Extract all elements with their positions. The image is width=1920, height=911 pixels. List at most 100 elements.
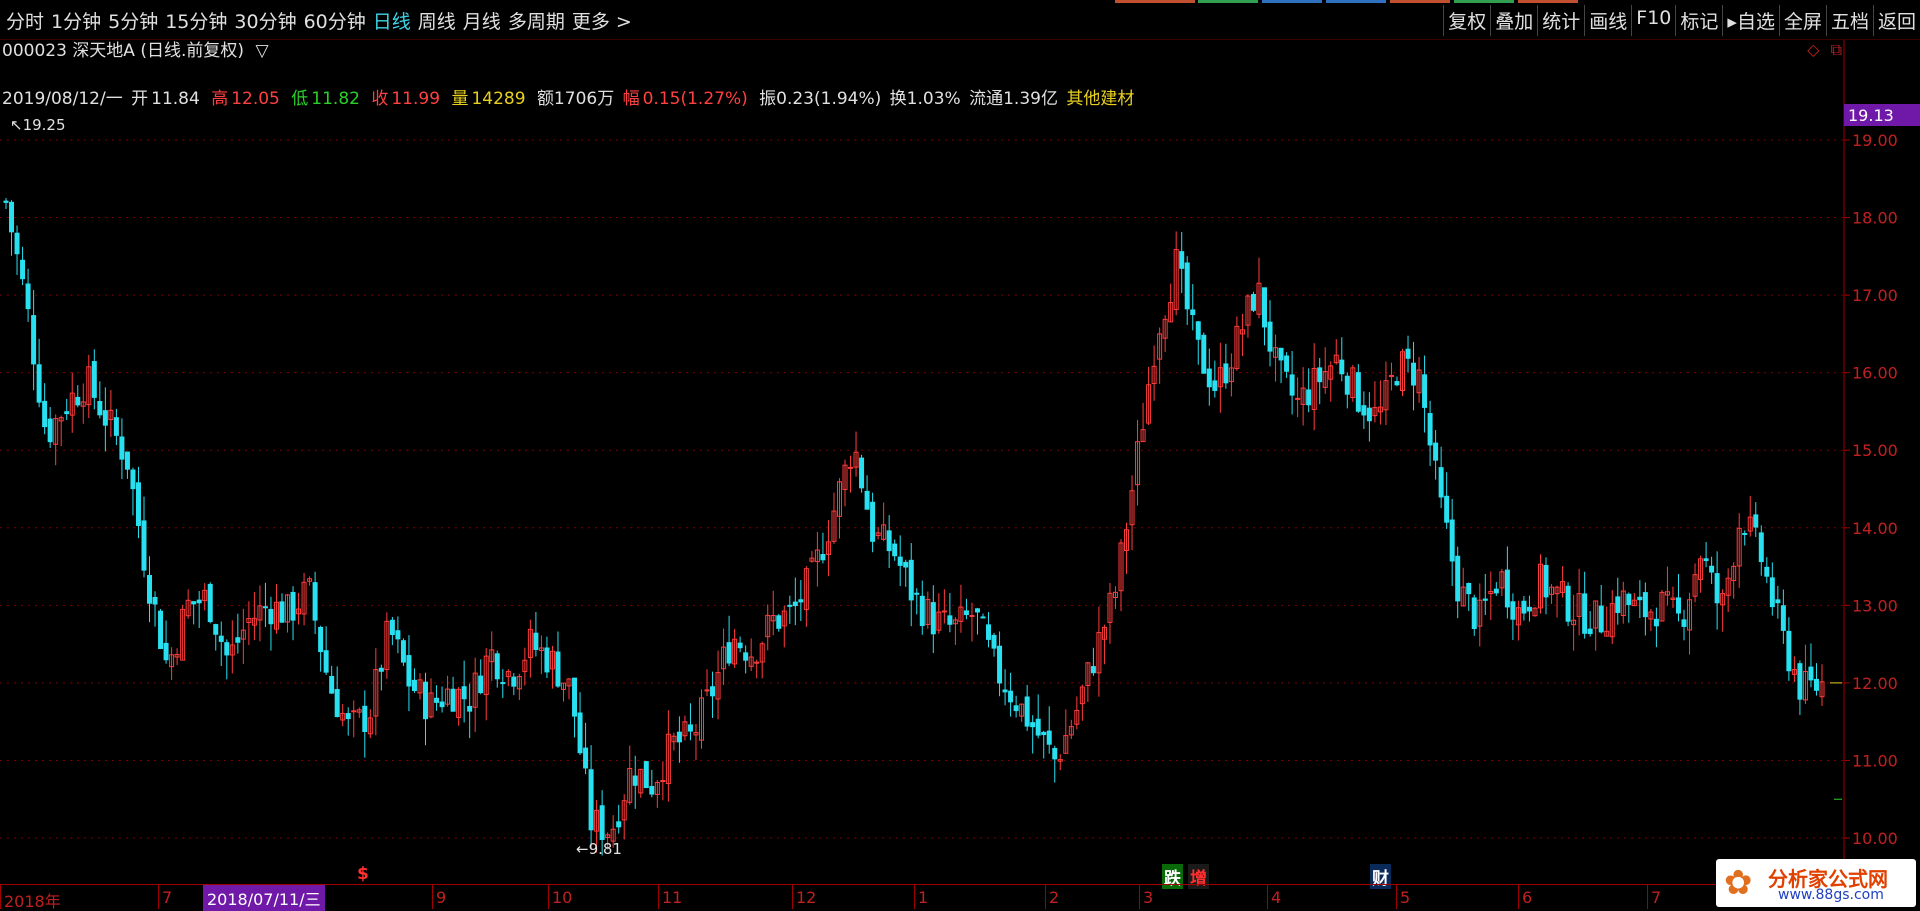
candle-down: [1317, 367, 1323, 383]
candle-down: [1013, 705, 1019, 712]
candle-down: [1366, 407, 1372, 422]
candle-down: [859, 457, 865, 489]
candle-down: [1780, 605, 1786, 631]
price-tick-label: 12.00: [1852, 674, 1898, 693]
candle-down: [599, 805, 605, 841]
candle-down: [1775, 599, 1781, 604]
candle-down: [1626, 593, 1632, 606]
price-tick-label: 14.00: [1852, 519, 1898, 538]
price-tick-label: 15.00: [1852, 441, 1898, 460]
candle-down: [102, 410, 108, 426]
candle-down: [1455, 555, 1461, 602]
candle-down: [1030, 722, 1036, 728]
candle-down: [897, 556, 903, 566]
candle-down: [329, 675, 335, 694]
candle-down: [1422, 374, 1428, 408]
candle-down: [312, 582, 318, 621]
date-tick-label: 7: [1646, 885, 1662, 909]
price-tick-label: 19.00: [1852, 131, 1898, 150]
candle-down: [196, 599, 202, 604]
candle-down: [737, 642, 743, 649]
candle-down: [1808, 666, 1814, 681]
candle-down: [75, 396, 81, 406]
candle-down: [279, 601, 285, 623]
date-tick-label: 1: [913, 885, 929, 909]
candle-down: [787, 604, 793, 607]
candle-down: [478, 675, 484, 694]
candlestick-chart[interactable]: 19.00 18.00 17.00 16.00 15.00 14.00 13.00 12.00…: [0, 0, 1920, 911]
candle-down: [1433, 442, 1439, 461]
candle-down: [1184, 262, 1190, 310]
watermark-url: www.88gs.com: [1778, 887, 1884, 903]
date-tick-label: 12: [791, 885, 817, 909]
candle-up: [969, 615, 975, 618]
candle-down: [31, 315, 37, 365]
candle-down: [1355, 372, 1361, 412]
candle-down: [1262, 287, 1268, 328]
candle-down: [9, 201, 15, 233]
event-dividend-marker[interactable]: $: [355, 864, 371, 884]
high-price-marker: ↖19.25: [10, 116, 66, 134]
candle-down: [1653, 618, 1659, 627]
candle-down: [262, 606, 268, 609]
cursor-price-label: 19.13: [1844, 104, 1920, 126]
candle-down: [1598, 605, 1604, 633]
candle-down: [930, 602, 936, 635]
candle-down: [163, 642, 169, 661]
candle-down: [1466, 582, 1472, 595]
candle-down: [36, 364, 42, 403]
candle-down: [494, 653, 500, 680]
low-price-marker: ←9.81: [576, 840, 622, 858]
candle-down: [1195, 321, 1201, 340]
candle-down: [147, 574, 153, 604]
candle-down: [1394, 381, 1400, 386]
candle-down: [632, 775, 638, 786]
candle-down: [1813, 678, 1819, 691]
candle-down: [213, 624, 219, 635]
candle-down: [1024, 696, 1030, 727]
candle-down: [345, 713, 351, 720]
candle-down: [318, 626, 324, 653]
candle-down: [792, 601, 798, 607]
candle-down: [572, 677, 578, 717]
candle-down: [986, 624, 992, 640]
candle-down: [991, 634, 997, 649]
candle-down: [42, 400, 48, 428]
candle-down: [870, 501, 876, 542]
candle-down: [1284, 355, 1290, 372]
candle-down: [1212, 380, 1218, 391]
candle-down: [1797, 663, 1803, 700]
date-tick-label: 11: [657, 885, 683, 909]
date-tick-label: 2: [1044, 885, 1060, 909]
low-marker-value: 9.81: [588, 840, 622, 858]
candle-down: [1526, 606, 1532, 612]
candle-down: [1278, 347, 1284, 361]
candle-down: [544, 647, 550, 673]
candle-down: [235, 637, 241, 643]
candle-down: [124, 451, 130, 470]
candle-down: [1179, 251, 1185, 269]
candle-down: [97, 400, 103, 416]
candle-down: [616, 821, 622, 828]
price-tick-label: 10.00: [1852, 829, 1898, 848]
candle-down: [886, 530, 892, 552]
candle-up: [1295, 397, 1301, 400]
candle-up: [351, 710, 357, 713]
date-tick-label: 4: [1266, 885, 1282, 909]
candle-down: [1405, 348, 1411, 359]
candle-down: [1052, 748, 1058, 760]
price-tick-label: 17.00: [1852, 286, 1898, 305]
price-tick-label: 11.00: [1852, 751, 1898, 770]
candle-down: [1223, 363, 1229, 384]
candle-down: [1438, 467, 1444, 498]
candle-down: [710, 686, 716, 697]
candle-down: [290, 591, 296, 621]
cursor-date-label: 2018/07/11/三: [203, 885, 325, 911]
candle-down: [588, 769, 594, 831]
candle-down: [919, 595, 925, 627]
candle-down: [1449, 519, 1455, 562]
candle-down: [119, 436, 125, 460]
candle-down: [500, 682, 506, 685]
candle-down: [1046, 730, 1052, 745]
candle-down: [798, 599, 804, 603]
